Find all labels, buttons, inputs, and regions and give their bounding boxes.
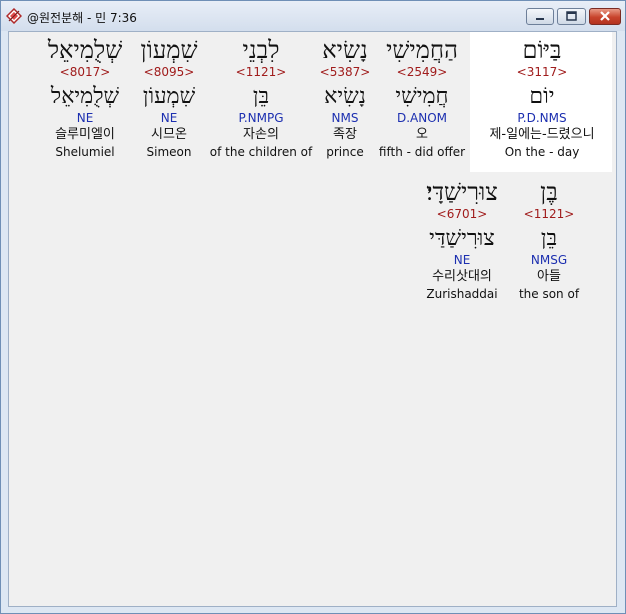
- morphology-code: NE: [453, 253, 471, 267]
- morphology-code: P.D.NMS: [517, 111, 567, 125]
- app-diamond-icon: [6, 8, 22, 24]
- close-button[interactable]: [589, 8, 621, 25]
- hebrew-lemma: יוֹם: [529, 84, 555, 109]
- word-column[interactable]: צוּרִישַׁדָּי׃ <6701> צוּרִישַׁדַּי NE 수…: [407, 178, 517, 302]
- window-title: @원전분해 - 민 7:36: [27, 11, 137, 25]
- title-bar[interactable]: @원전분해 - 민 7:36: [1, 1, 625, 31]
- hebrew-lemma: צוּרִישַׁדַּי: [429, 226, 495, 251]
- close-icon: [600, 11, 610, 21]
- strong-number[interactable]: <8017>: [30, 64, 140, 80]
- word-column[interactable]: שְׁלֻמִיאֵל <8017> שְׁלֻמִיאֵל NE 슬루미엘이 …: [30, 36, 140, 160]
- minimize-icon: [536, 18, 544, 20]
- korean-gloss: 제-일에는-드렸으니: [489, 127, 595, 142]
- hebrew-word: שְׁלֻמִיאֵל: [47, 36, 123, 64]
- maximize-button[interactable]: [557, 8, 586, 25]
- word-analysis-panel: בַּיּוֹם <3117> יוֹם P.D.NMS 제-일에는-드렸으니 …: [8, 31, 617, 607]
- english-gloss: On the - day: [504, 145, 580, 159]
- strong-number[interactable]: <6701>: [407, 206, 517, 222]
- morphology-code: NE: [76, 111, 94, 125]
- strong-number[interactable]: <3117>: [487, 64, 597, 80]
- minimize-button[interactable]: [526, 8, 554, 25]
- word-column[interactable]: בַּיּוֹם <3117> יוֹם P.D.NMS 제-일에는-드렸으니 …: [487, 36, 597, 160]
- hebrew-lemma: שְׁלֻמִיאֵל: [50, 84, 120, 109]
- english-gloss: Shelumiel: [55, 145, 115, 159]
- korean-gloss: 수리삿대의: [432, 269, 492, 284]
- korean-gloss: 슬루미엘이: [55, 127, 115, 142]
- maximize-icon: [566, 11, 577, 21]
- hebrew-word: צוּרִישַׁדָּי׃: [426, 178, 498, 206]
- english-gloss: Zurishaddai: [426, 287, 498, 301]
- hebrew-word: בַּיּוֹם: [522, 36, 562, 64]
- app-window: @원전분해 - 민 7:36 בַּיּוֹם <3117> יוֹם P.D.…: [0, 0, 626, 614]
